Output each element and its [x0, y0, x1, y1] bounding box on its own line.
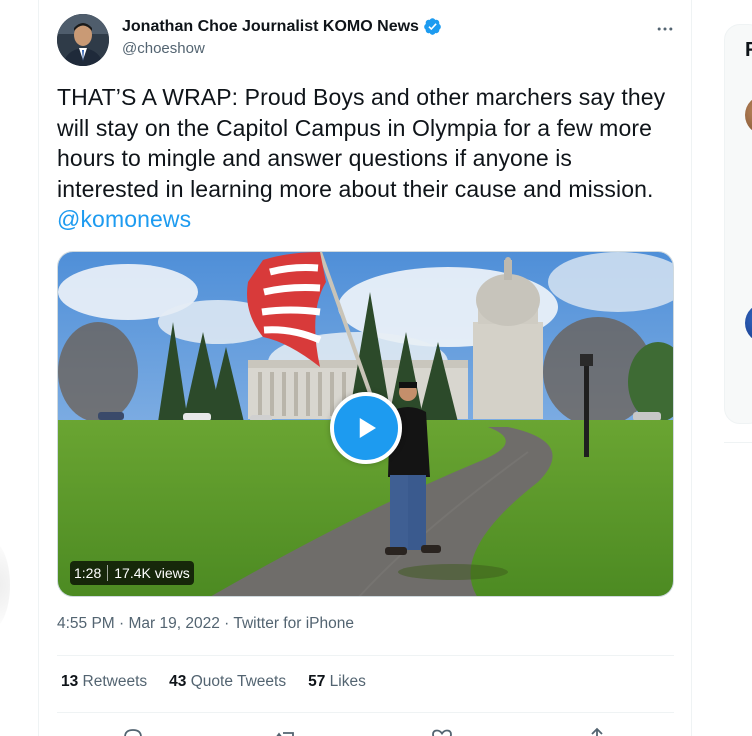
avatar-image: [57, 14, 109, 66]
likes-stat[interactable]: 57 Likes: [308, 673, 366, 691]
retweets-stat[interactable]: 13 Retweets: [61, 673, 147, 691]
stats-bottom-divider: [57, 712, 674, 713]
retweets-count: 13: [61, 673, 79, 690]
sidebar-divider: [724, 442, 752, 443]
likes-label: Likes: [325, 673, 366, 690]
left-edge-shadow: [0, 540, 10, 630]
likes-count: 57: [308, 673, 326, 690]
quote-tweets-label: Quote Tweets: [186, 673, 287, 690]
tweet-body-text: THAT’S A WRAP: Proud Boys and other marc…: [57, 84, 666, 202]
tweet-time[interactable]: 4:55 PM: [57, 615, 115, 632]
tweet-stats: 13 Retweets 43 Quote Tweets 57 Likes: [61, 673, 366, 691]
retweets-label: Retweets: [78, 673, 148, 690]
quote-tweets-stat[interactable]: 43 Quote Tweets: [169, 673, 286, 691]
play-icon: [359, 418, 376, 438]
retweet-icon[interactable]: [274, 726, 298, 736]
tweet-date[interactable]: Mar 19, 2022: [129, 615, 220, 632]
tweet-meta: 4:55 PM · Mar 19, 2022 · Twitter for iPh…: [57, 615, 354, 633]
meta-separator: ·: [114, 615, 129, 632]
sidebar-avatar[interactable]: [745, 303, 752, 343]
reply-icon[interactable]: [121, 726, 145, 736]
video-views: 17.4K views: [114, 565, 190, 581]
sidebar-avatar[interactable]: [745, 95, 752, 135]
badge-separator: [107, 565, 109, 581]
mention-link[interactable]: @komonews: [57, 206, 191, 232]
more-icon[interactable]: [654, 18, 676, 40]
sidebar-title: F: [745, 39, 752, 61]
author-name-row[interactable]: Jonathan Choe Journalist KOMO News: [122, 17, 442, 36]
share-icon[interactable]: [585, 726, 609, 736]
author-handle[interactable]: @choeshow: [122, 40, 205, 57]
video-player[interactable]: 1:28 17.4K views: [57, 251, 674, 597]
video-duration: 1:28: [74, 565, 102, 581]
verified-badge-icon: [423, 17, 442, 36]
author-display-name[interactable]: Jonathan Choe Journalist KOMO News: [122, 18, 419, 36]
tweet-source[interactable]: Twitter for iPhone: [233, 615, 354, 632]
meta-separator: ·: [219, 615, 234, 632]
author-avatar[interactable]: [57, 14, 109, 66]
right-sidebar-card: F: [724, 24, 752, 424]
like-icon[interactable]: [430, 726, 454, 736]
video-info-badge: 1:28 17.4K views: [70, 561, 194, 585]
action-bar: [57, 722, 674, 736]
quote-tweets-count: 43: [169, 673, 187, 690]
play-button[interactable]: [330, 392, 402, 464]
stats-top-divider: [57, 655, 674, 656]
tweet-text: THAT’S A WRAP: Proud Boys and other marc…: [57, 82, 677, 235]
